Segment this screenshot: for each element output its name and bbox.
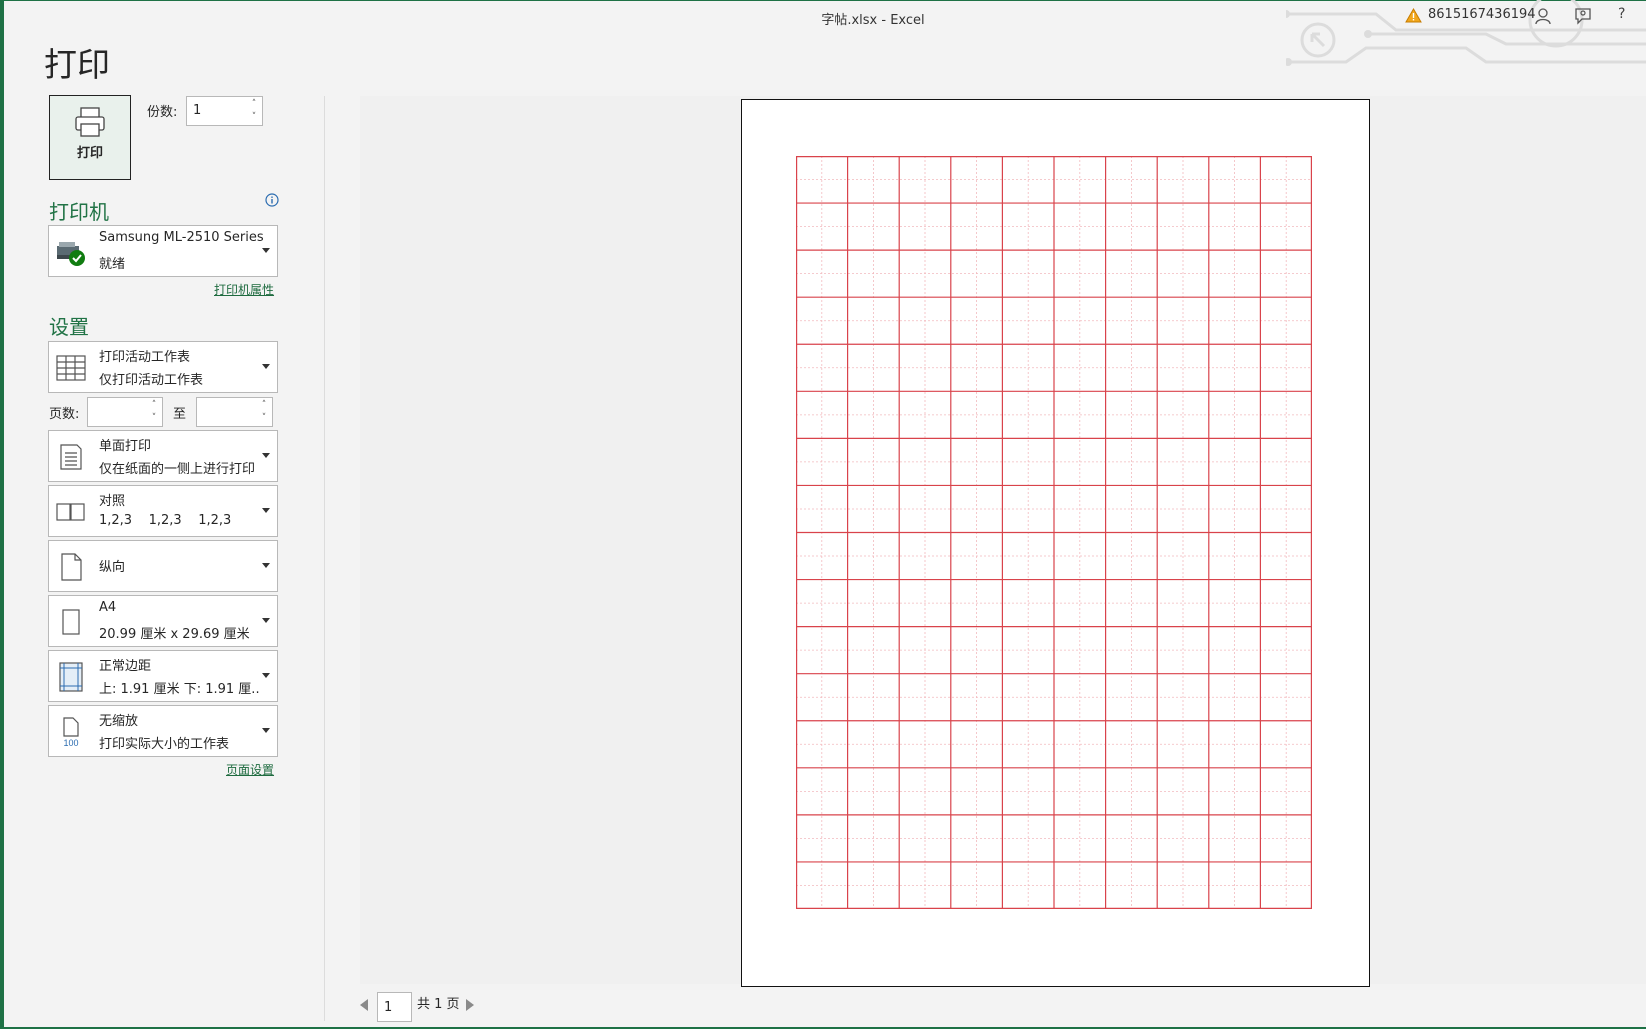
scaling-dropdown[interactable]: 100 无缩放 打印实际大小的工作表 [48,705,278,757]
info-icon[interactable] [265,193,279,207]
sides-desc: 仅在纸面的一侧上进行打印 [99,462,256,477]
copies-stepper[interactable]: ˄ ˅ [248,98,260,124]
window-left-border [0,0,4,1029]
margins-dropdown[interactable]: 正常边距 上: 1.91 厘米 下: 1.91 厘... [48,650,278,702]
chevron-down-icon [262,508,270,513]
pages-from-stepper[interactable]: ˄ ˅ [148,399,160,425]
collate-icon [56,503,85,521]
total-pages: 共 1 页 [417,997,460,1012]
orientation-dropdown[interactable]: 纵向 [48,540,278,592]
pages-label: 页数: [49,407,80,422]
collate-title: 对照 [99,494,126,509]
chevron-down-icon [262,248,270,253]
pages-from-input[interactable]: ˄ ˅ [87,397,163,427]
next-page-icon[interactable] [466,999,474,1011]
page-setup-link[interactable]: 页面设置 [226,761,274,778]
current-page-input[interactable]: 1 [377,992,412,1022]
scaling-title: 无缩放 [99,714,139,729]
feedback-icon[interactable] [1573,6,1593,26]
chevron-down-icon [262,673,270,678]
printer-status: 就绪 [99,257,126,272]
pages-to-input[interactable]: ˄ ˅ [196,397,273,427]
margins-title: 正常边距 [99,659,152,674]
warning-icon[interactable] [1405,8,1422,23]
pages-to-label: 至 [173,407,187,422]
single-sided-icon [60,444,82,470]
print-button-label: 打印 [76,146,103,161]
chevron-down-icon [262,364,270,369]
margins-desc: 上: 1.91 厘米 下: 1.91 厘... [99,682,261,697]
help-button[interactable]: ? [1618,6,1625,22]
title-bar: 字帖.xlsx - Excel 8615167436194 ? [0,0,1646,66]
pages-to-stepper[interactable]: ˄ ˅ [258,399,270,425]
prev-page-icon[interactable] [360,999,368,1011]
printer-section-title: 打印机 [49,200,109,224]
page-title: 打印 [44,45,110,84]
copies-input[interactable]: 1 ˄ ˅ [186,96,263,126]
copies-label: 份数: [147,105,178,120]
orientation-title: 纵向 [99,560,126,575]
margins-icon [59,662,83,692]
scaling-icon-text: 100 [63,738,78,748]
sides-title: 单面打印 [99,439,152,454]
chevron-down-icon [262,618,270,623]
preview-page [741,99,1370,987]
copies-value: 1 [193,103,202,118]
scaling-desc: 打印实际大小的工作表 [99,737,230,752]
user-icon[interactable] [1533,6,1553,26]
paper-size-desc: 20.99 厘米 x 29.69 厘米 [99,627,250,642]
printer-dropdown[interactable]: Samsung ML-2510 Series 就绪 [48,225,278,277]
current-page-value: 1 [384,1000,393,1015]
chevron-down-icon [262,563,270,568]
portrait-icon [61,553,82,581]
chevron-down-icon [262,453,270,458]
chevron-down-icon [262,728,270,733]
print-scope-desc: 仅打印活动工作表 [99,373,204,388]
character-grid [796,156,1312,909]
printer-icon [75,107,105,137]
print-button[interactable]: 打印 [49,95,131,180]
printer-properties-link[interactable]: 打印机属性 [214,281,274,298]
worksheet-icon [56,355,86,381]
panel-divider [324,96,325,1021]
collate-dropdown[interactable]: 对照 1,2,3 1,2,3 1,2,3 [48,485,278,537]
collate-desc: 1,2,3 1,2,3 1,2,3 [99,513,232,528]
printer-ready-icon [57,242,85,266]
sides-dropdown[interactable]: 单面打印 仅在纸面的一侧上进行打印 [48,430,278,482]
paper-size-title: A4 [99,600,117,615]
settings-section-title: 设置 [49,315,89,339]
account-name[interactable]: 8615167436194 [1428,7,1536,22]
no-scaling-icon: 100 [63,717,79,748]
printer-name: Samsung ML-2510 Series [99,230,264,245]
paper-size-dropdown[interactable]: A4 20.99 厘米 x 29.69 厘米 [48,595,278,647]
paper-icon [62,609,80,635]
print-scope-title: 打印活动工作表 [99,350,191,365]
print-scope-dropdown[interactable]: 打印活动工作表 仅打印活动工作表 [48,341,278,393]
